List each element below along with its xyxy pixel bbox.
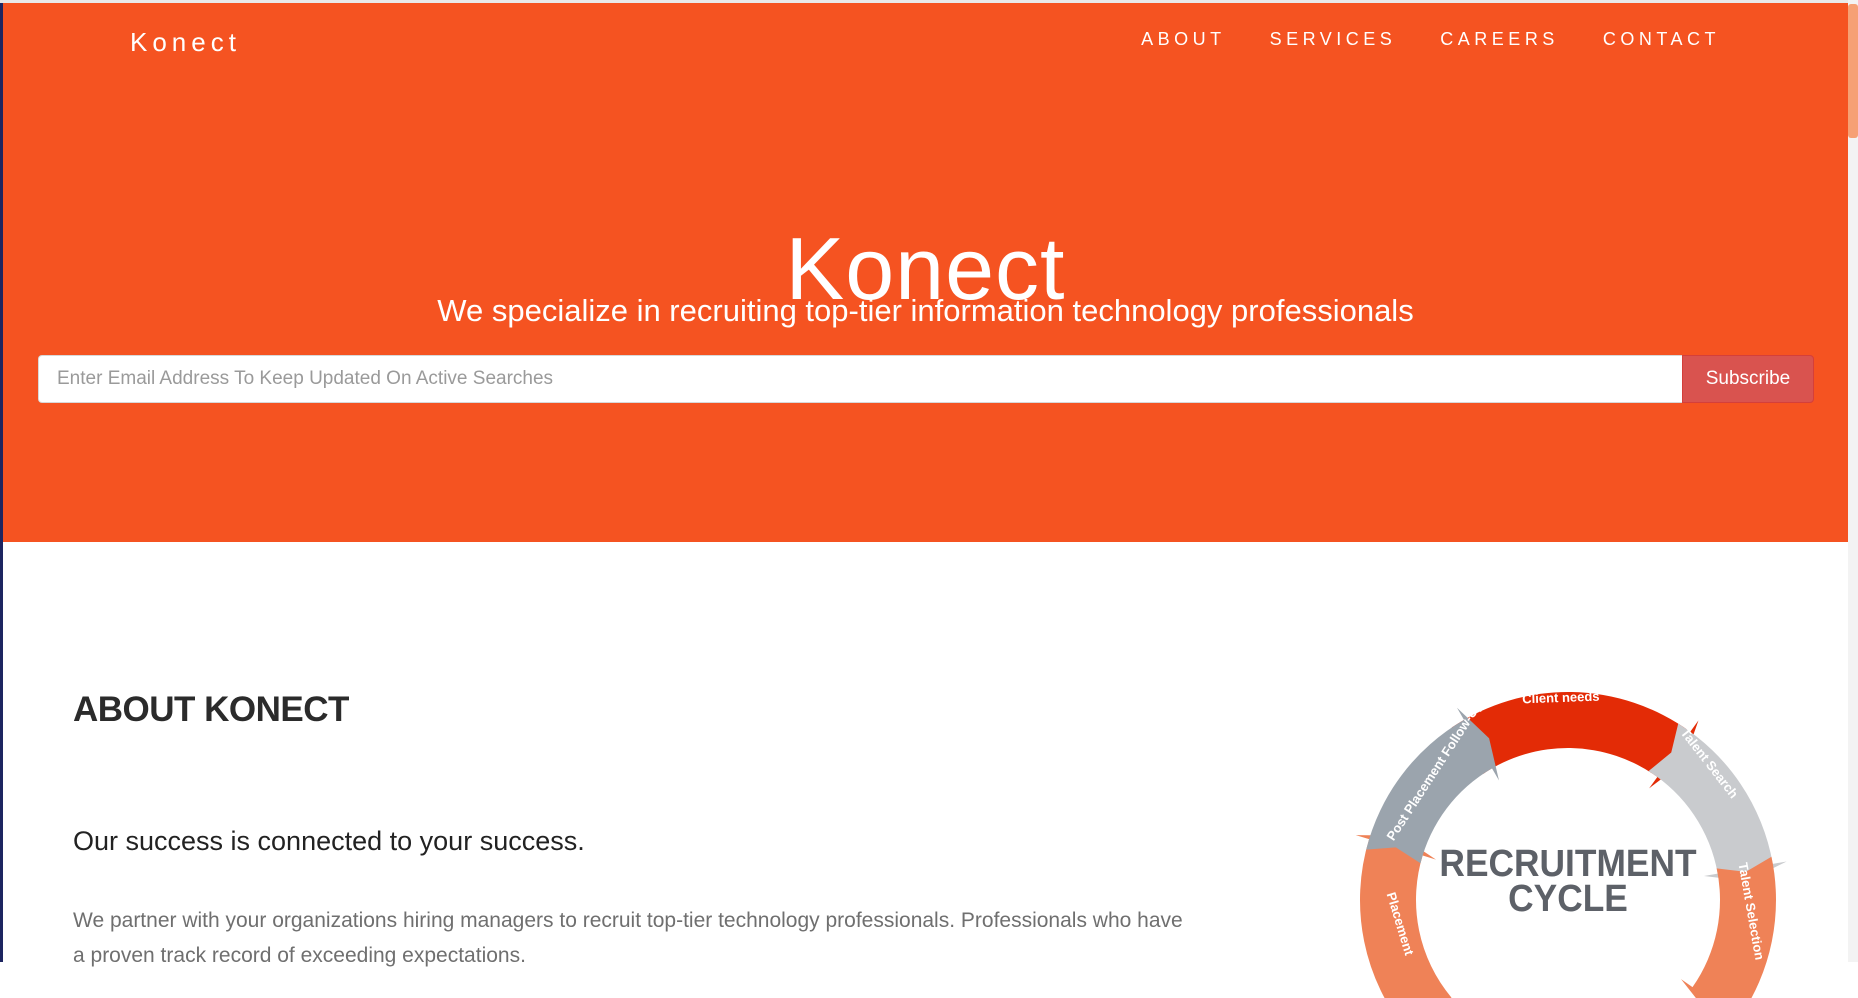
main-nav: ABOUT SERVICES CAREERS CONTACT (1141, 29, 1720, 50)
nav-item-careers[interactable]: CAREERS (1440, 29, 1559, 50)
hero-section: Konect ABOUT SERVICES CAREERS CONTACT Ko… (3, 3, 1848, 542)
nav-item-about[interactable]: ABOUT (1141, 29, 1226, 50)
email-input[interactable] (38, 355, 1682, 403)
subscribe-button[interactable]: Subscribe (1682, 355, 1814, 403)
about-body-text: We partner with your organizations hirin… (73, 909, 1183, 967)
nav-item-services[interactable]: SERVICES (1270, 29, 1397, 50)
brand-logo[interactable]: Konect (130, 27, 241, 58)
scrollbar-thumb[interactable] (1848, 4, 1858, 138)
cycle-title-line2: CYCLE (1508, 877, 1628, 919)
about-heading: ABOUT KONECT (73, 690, 349, 729)
page-scrollbar[interactable] (1848, 0, 1858, 962)
subscribe-form: Subscribe (38, 355, 1814, 403)
nav-item-contact[interactable]: CONTACT (1603, 29, 1720, 50)
recruitment-cycle-diagram: Client needs Talent Search Talent Select… (1355, 689, 1787, 998)
about-tagline: Our success is connected to your success… (73, 826, 585, 856)
cycle-label-client-needs: Client needs (1522, 689, 1600, 707)
hero-subtitle: We specialize in recruiting top-tier inf… (437, 293, 1414, 328)
